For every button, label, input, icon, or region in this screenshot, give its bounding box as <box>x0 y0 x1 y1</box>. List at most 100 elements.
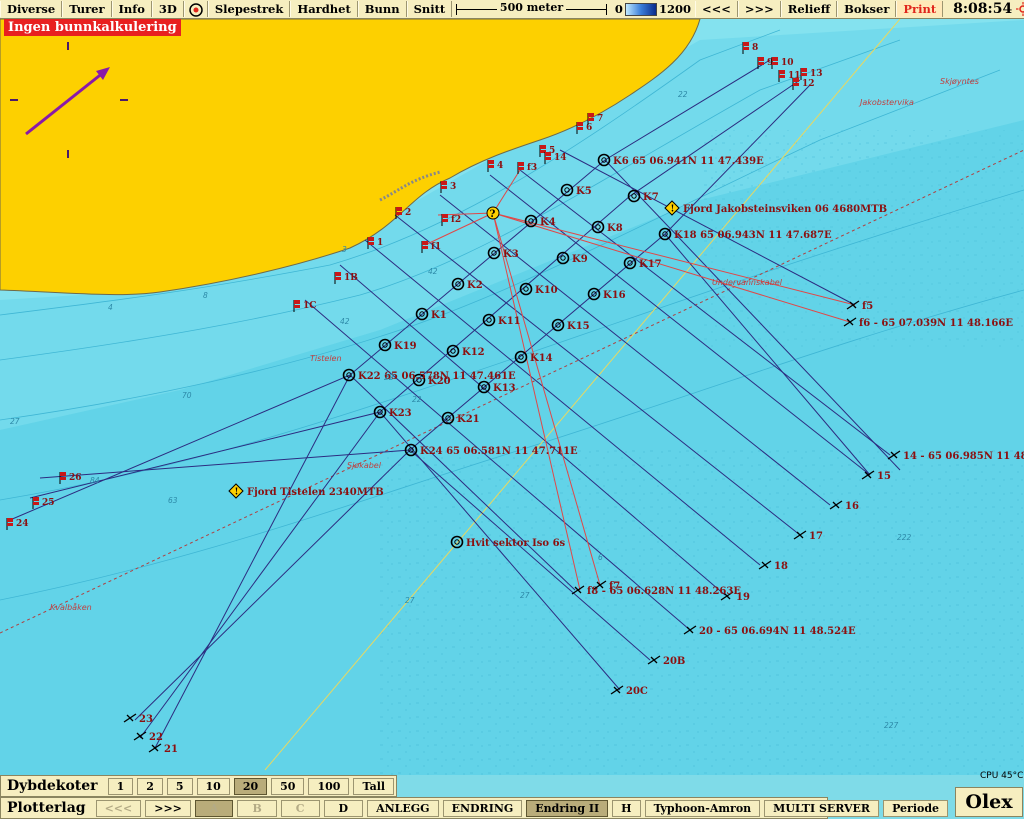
layer-c[interactable]: C <box>280 799 320 817</box>
waypoint-marker[interactable]: K6 65 06.941N 11 47.439E <box>597 153 765 168</box>
flag-label: 14 <box>554 153 567 163</box>
depth-option-50[interactable]: 50 <box>271 777 305 795</box>
waypoint-label: K22 65 06.578N 11 47.461E <box>358 371 516 382</box>
layer-endring[interactable]: ENDRING <box>442 799 523 817</box>
flag-label: 13 <box>810 69 823 79</box>
anchor-label: 18 <box>774 561 788 572</box>
olex-logo: Olex <box>955 787 1023 817</box>
waypoint-marker[interactable]: K18 65 06.943N 11 47.687E <box>658 227 833 242</box>
menu-3d[interactable]: 3D <box>151 1 184 17</box>
menu-diverse[interactable]: Diverse <box>0 1 63 17</box>
depth-option-100[interactable]: 100 <box>308 777 350 795</box>
depth-number: 227 <box>884 721 899 730</box>
flag-label: 6 <box>586 123 592 133</box>
waypoint-label: K7 <box>643 192 659 203</box>
depth-number: 27 <box>10 417 20 426</box>
flag-label: 10 <box>781 58 794 68</box>
flag-label: 24 <box>16 519 29 529</box>
compass-button[interactable] <box>183 1 208 17</box>
waypoint-marker[interactable]: K24 65 06.581N 11 47.711E <box>404 443 579 458</box>
depth-number: 63 <box>168 496 178 505</box>
menu-snitt[interactable]: Snitt <box>406 1 453 17</box>
prev-button[interactable]: <<< <box>694 1 738 17</box>
anchor-label: 22 <box>149 732 163 743</box>
layer-a[interactable]: A <box>194 799 234 817</box>
sun-icon <box>1016 2 1024 16</box>
anchor-label: 14 - 65 06.985N 11 48.502E <box>903 451 1024 462</box>
anchor-label: 20B <box>663 656 685 667</box>
depth-option-5[interactable]: 5 <box>166 777 193 795</box>
place-label: Tistelen <box>310 354 342 363</box>
waypoint-marker[interactable]: Hvit sektor Iso 6s <box>450 535 566 550</box>
anchor-point[interactable]: f6 - 65 07.039N 11 48.166E <box>843 317 1013 329</box>
depth-option-tall[interactable]: Tall <box>353 777 395 795</box>
waypoint-label: K9 <box>572 254 588 265</box>
place-label: Skjøyntes <box>940 77 979 86</box>
anchor-label: 21 <box>164 744 178 755</box>
depth-range[interactable]: 0 1200 <box>611 2 695 16</box>
plotter-layer-label: Plotterlag <box>7 800 86 816</box>
warning-symbol[interactable]: ! Fjord Jakobsteinsviken 06 4680MTB <box>664 200 887 216</box>
scale-bar: 500 meter <box>456 1 607 17</box>
waypoint-label: K6 65 06.941N 11 47.439E <box>613 156 764 167</box>
layer-prev-button[interactable]: <<< <box>95 799 142 817</box>
warning-label: Fjord Tistelen 2340MTB <box>247 487 384 498</box>
layer-d[interactable]: D <box>323 799 364 817</box>
top-toolbar: Diverse Turer Info 3D Slepestrek Hardhet… <box>0 0 1024 19</box>
depth-number: 4 <box>108 303 113 312</box>
flag-label: 26 <box>69 473 82 483</box>
anchor-label: f7 <box>609 581 620 592</box>
anchor-point[interactable]: 14 - 65 06.985N 11 48.502E <box>887 450 1024 462</box>
boxes-button[interactable]: Bokser <box>837 1 897 17</box>
menu-turer[interactable]: Turer <box>62 1 112 17</box>
depth-option-20[interactable]: 20 <box>233 777 268 795</box>
menu-slepestrek[interactable]: Slepestrek <box>207 1 291 17</box>
next-button[interactable]: >>> <box>737 1 781 17</box>
depth-gradient <box>624 2 657 16</box>
flag-label: f2 <box>451 215 461 225</box>
anchor-point[interactable]: 20 - 65 06.694N 11 48.524E <box>683 625 856 637</box>
relief-button[interactable]: Relieff <box>780 1 838 17</box>
menu-hardhet[interactable]: Hardhet <box>290 1 358 17</box>
depth-number: 6 <box>598 553 603 562</box>
layer-endring-ii[interactable]: Endring II <box>526 799 609 817</box>
waypoint-marker[interactable]: K22 65 06.578N 11 47.461E <box>342 368 517 383</box>
layer-anlegg[interactable]: ANLEGG <box>367 799 439 817</box>
layer-b[interactable]: B <box>237 799 277 817</box>
layer-h[interactable]: H <box>612 799 641 817</box>
waypoint-label: K16 <box>603 290 626 301</box>
flag-label: 1B <box>344 273 358 283</box>
depth-number: 3 <box>342 245 347 254</box>
print-button[interactable]: Print <box>896 1 944 17</box>
chart-map[interactable]: K1 K2 K3 K4 K5 K6 65 06.941N 11 47.439E K7 K8 K9… <box>0 19 1024 775</box>
plotter-layer-bar: Plotterlag <<< >>> A B C D ANLEGG ENDRIN… <box>0 797 949 819</box>
flag-label: f3 <box>527 163 537 173</box>
place-label: Jakobstervika <box>858 98 914 107</box>
flag-label: 3 <box>450 182 456 192</box>
anchor-label: 20 - 65 06.694N 11 48.524E <box>699 626 856 637</box>
depth-min: 0 <box>614 2 623 16</box>
depth-option-1[interactable]: 1 <box>107 777 134 795</box>
waypoint-label: K14 <box>530 353 553 364</box>
layer-next-button[interactable]: >>> <box>145 799 191 817</box>
clock: 8:08:54 <box>953 1 1013 17</box>
waypoint-label: K24 65 06.581N 11 47.711E <box>420 446 578 457</box>
layer-multi-server[interactable]: MULTI SERVER <box>764 799 880 817</box>
depth-option-2[interactable]: 2 <box>137 777 163 795</box>
layer-periode[interactable]: Periode <box>883 799 949 817</box>
anchor-point[interactable]: f8 - 65 06.628N 11 48.263E <box>571 585 741 597</box>
depth-option-10[interactable]: 10 <box>196 777 230 795</box>
warning-symbol[interactable]: ! Fjord Tistelen 2340MTB <box>228 483 384 499</box>
menu-bunn[interactable]: Bunn <box>357 1 407 17</box>
anchor-label: 23 <box>139 714 153 725</box>
depth-number: 27 <box>405 596 415 605</box>
depth-number: 42 <box>340 317 350 326</box>
waypoint-label: K12 <box>462 347 485 358</box>
depth-max: 1200 <box>658 2 691 16</box>
flag-label: f1 <box>431 242 441 252</box>
seabed-texture <box>380 450 1024 775</box>
layer-typhoon-amron[interactable]: Typhoon-Amron <box>644 799 761 817</box>
anchor-label: 15 <box>877 471 891 482</box>
menu-info[interactable]: Info <box>111 1 152 17</box>
flag-label: 1 <box>377 238 383 248</box>
